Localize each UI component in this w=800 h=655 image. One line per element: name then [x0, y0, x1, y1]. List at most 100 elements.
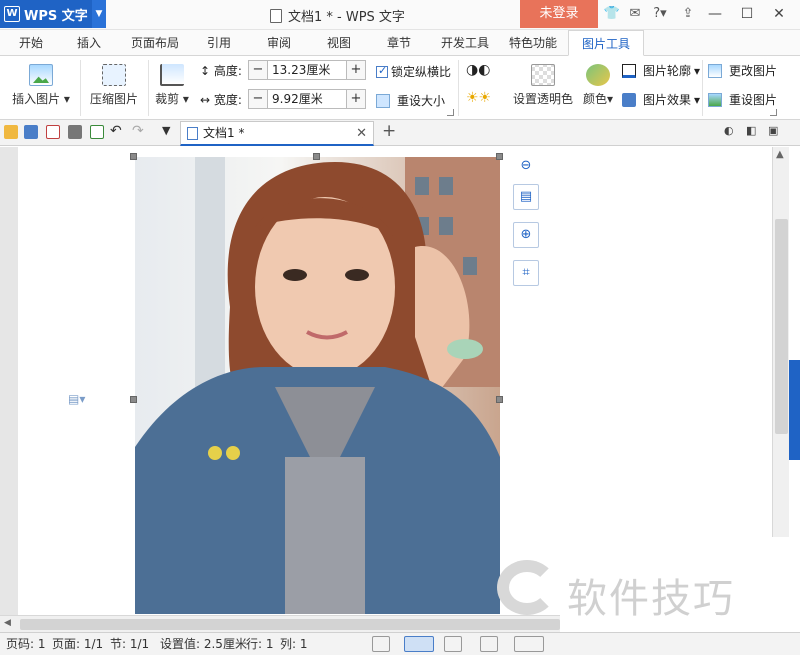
lock-ratio-checkbox[interactable]: 锁定纵横比 — [376, 63, 451, 80]
tab-review[interactable]: 审阅 — [256, 30, 302, 56]
chevron-down-icon[interactable]: ▼ — [162, 124, 170, 137]
width-decrease-button[interactable]: − — [249, 90, 267, 108]
resize-handle-right[interactable] — [496, 396, 503, 403]
watermark-logo-icon — [497, 560, 557, 615]
height-field: ↕ 高度: − 13.23厘米 + — [200, 60, 366, 80]
tab-references[interactable]: 引用 — [196, 30, 242, 56]
side-accent-bar — [789, 360, 800, 460]
print-icon[interactable] — [68, 125, 82, 139]
app-menu-button[interactable]: W WPS 文字 ▼ — [0, 0, 106, 28]
document-tab-label: 文档1 * — [203, 126, 245, 140]
login-button[interactable]: 未登录 — [520, 0, 598, 28]
width-input[interactable]: 9.92厘米 — [267, 90, 347, 108]
document-icon — [270, 8, 282, 23]
height-input[interactable]: 13.23厘米 — [267, 61, 347, 79]
watermark-text: 软件技巧 — [567, 576, 735, 622]
brightness-icon[interactable]: ◑◐ — [466, 62, 490, 78]
checkbox-checked-icon[interactable] — [376, 64, 388, 78]
tab-features[interactable]: 特色功能 — [502, 30, 564, 56]
dropdown-arrow-icon: ▾ — [694, 63, 701, 78]
crop-float-icon[interactable]: ⌗ — [513, 260, 539, 286]
vertical-scroll-thumb[interactable] — [775, 219, 788, 434]
page-view-icon[interactable] — [404, 636, 434, 652]
outline-view-icon[interactable] — [444, 636, 462, 652]
picture-dialog-launcher-icon[interactable] — [770, 109, 777, 116]
tab-picture-tools[interactable]: 图片工具 — [568, 30, 644, 56]
save-icon[interactable] — [24, 125, 38, 139]
resize-handle-top[interactable] — [313, 153, 320, 160]
layout-options-icon[interactable]: ▤ — [513, 184, 539, 210]
height-stepper[interactable]: − 13.23厘米 + — [248, 60, 366, 80]
height-increase-button[interactable]: + — [347, 61, 365, 79]
set-transparent-button[interactable]: 设置透明色 — [510, 64, 576, 107]
resize-handle-left[interactable] — [130, 396, 137, 403]
document-tab[interactable]: 文档1 * ✕ — [180, 121, 374, 146]
status-page-number[interactable]: 页码: 1 — [6, 633, 46, 655]
effect-button[interactable]: 图片效果 ▾ — [622, 91, 700, 108]
reset-picture-button[interactable]: 重设图片 — [708, 91, 777, 108]
quick-access-bar: ↶ ↷ ▼ 文档1 * ✕ + ◐ ◧ ▣ — [0, 120, 800, 146]
tab-page-layout[interactable]: 页面布局 — [124, 30, 186, 56]
maximize-button[interactable]: ☐ — [732, 2, 762, 26]
separator — [702, 60, 703, 116]
ribbon-toggle-icon[interactable]: ▣ — [768, 124, 778, 137]
width-stepper[interactable]: − 9.92厘米 + — [248, 89, 366, 109]
outline-button[interactable]: 图片轮廓 ▾ — [622, 62, 700, 79]
separator — [458, 60, 459, 116]
collapse-icon[interactable]: ◧ — [746, 124, 756, 137]
theme-icon[interactable]: ◐ — [724, 124, 734, 137]
paragraph-options-icon[interactable]: ▤▾ — [68, 392, 85, 406]
scroll-left-icon[interactable]: ◀ — [4, 618, 11, 628]
help-icon[interactable]: ?▾ — [648, 5, 672, 23]
redo-icon[interactable]: ↷ — [132, 123, 144, 139]
close-tab-icon[interactable]: ✕ — [356, 122, 367, 145]
compress-icon — [102, 64, 126, 86]
contrast-icon[interactable]: ☀☀ — [466, 90, 491, 106]
reset-size-button[interactable]: 重设大小 — [376, 92, 445, 109]
document-icon — [187, 127, 198, 140]
window-title: 文档1 * - WPS 文字 — [270, 6, 405, 25]
web-view-icon[interactable] — [480, 636, 498, 652]
tab-view[interactable]: 视图 — [316, 30, 362, 56]
full-screen-view-icon[interactable] — [372, 636, 390, 652]
compress-picture-button[interactable]: 压缩图片 — [86, 64, 142, 107]
lock-ratio-label: 锁定纵横比 — [391, 65, 452, 79]
color-button[interactable]: 颜色▾ — [580, 64, 616, 107]
new-tab-icon[interactable]: + — [382, 121, 396, 141]
minimize-button[interactable]: — — [700, 2, 730, 26]
close-button[interactable]: ✕ — [764, 2, 794, 26]
width-increase-button[interactable]: + — [347, 90, 365, 108]
height-decrease-button[interactable]: − — [249, 61, 267, 79]
scroll-up-icon[interactable]: ▲ — [776, 149, 784, 160]
chevron-down-icon[interactable]: ▼ — [92, 0, 106, 28]
skin-icon[interactable]: 👕 — [603, 5, 621, 23]
status-bar: 页码: 1 页面: 1/1 节: 1/1 设置值: 2.5厘米 行: 1 列: … — [0, 632, 800, 655]
collapse-toolbar-icon[interactable]: ⊖ — [513, 154, 539, 180]
resize-handle-top-left[interactable] — [130, 153, 137, 160]
export-pdf-icon[interactable] — [46, 125, 60, 139]
print-preview-icon[interactable] — [90, 125, 104, 139]
tab-start[interactable]: 开始 — [8, 30, 54, 56]
tab-developer[interactable]: 开发工具 — [434, 30, 496, 56]
upload-icon[interactable]: ⇪ — [679, 5, 697, 23]
height-icon: ↕ — [200, 63, 214, 78]
size-dialog-launcher-icon[interactable] — [447, 109, 454, 116]
tab-insert[interactable]: 插入 — [66, 30, 112, 56]
crop-icon — [160, 64, 184, 86]
open-icon[interactable] — [4, 125, 18, 139]
undo-icon[interactable]: ↶ — [110, 123, 122, 139]
inserted-photo[interactable] — [135, 157, 500, 614]
reading-mode-icon[interactable] — [514, 636, 544, 652]
zoom-icon[interactable]: ⊕ — [513, 222, 539, 248]
crop-button[interactable]: 裁剪 ▾ — [152, 64, 192, 107]
title-bar: W WPS 文字 ▼ 文档1 * - WPS 文字 未登录 👕 ✉ ?▾ ⇪ —… — [0, 0, 800, 30]
chat-icon[interactable]: ✉ — [626, 5, 644, 23]
resize-handle-top-right[interactable] — [496, 153, 503, 160]
insert-picture-button[interactable]: 插入图片 ▾ — [8, 64, 74, 107]
change-picture-button[interactable]: 更改图片 — [708, 62, 777, 79]
insert-picture-label: 插入图片 — [12, 92, 61, 106]
status-setting: 设置值: 2.5厘米 — [160, 637, 247, 651]
tab-chapter[interactable]: 章节 — [376, 30, 422, 56]
horizontal-scroll-thumb[interactable] — [20, 619, 560, 630]
color-label: 颜色 — [582, 92, 607, 106]
